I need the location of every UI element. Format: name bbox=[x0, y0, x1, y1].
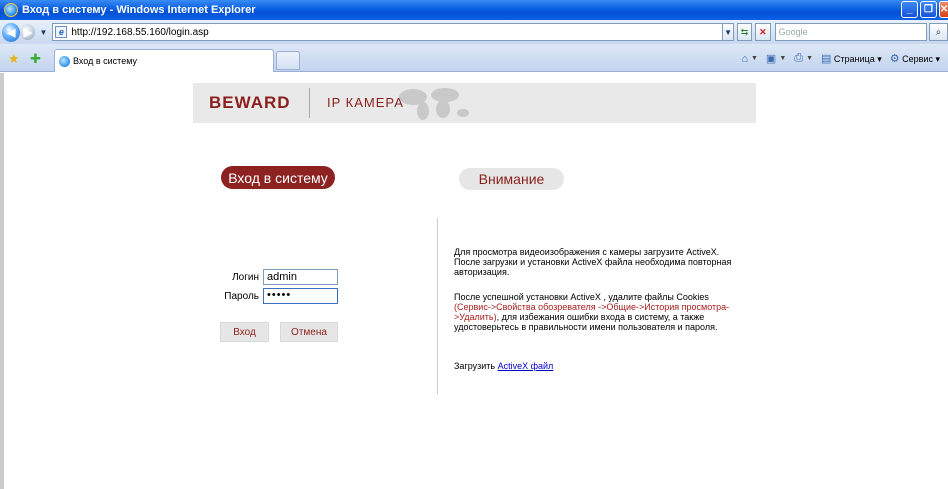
refresh-button[interactable]: ⇆ bbox=[736, 23, 753, 41]
feeds-icon[interactable]: ▣ bbox=[766, 52, 776, 65]
window-titlebar: Вход в систему - Windows Internet Explor… bbox=[0, 0, 948, 20]
content-divider bbox=[437, 218, 438, 394]
home-dropdown-icon: ▼ bbox=[750, 55, 758, 62]
favorites-star-icon[interactable]: ★ bbox=[8, 51, 20, 67]
window-controls: _ ❐ ✕ bbox=[901, 1, 948, 18]
address-dropdown-button[interactable]: ▼ bbox=[722, 23, 734, 41]
new-tab-button[interactable] bbox=[276, 51, 300, 70]
activex-download-link[interactable]: ActiveX файл bbox=[498, 361, 554, 371]
world-map-icon bbox=[399, 88, 469, 120]
cookies-notice-text: После успешной установки ActiveX , удали… bbox=[454, 292, 709, 302]
window-title: Вход в систему - Windows Internet Explor… bbox=[22, 4, 256, 16]
print-dropdown-icon: ▼ bbox=[806, 55, 813, 62]
page-menu[interactable]: ▤ Страница ▾ bbox=[821, 52, 882, 65]
tab-bar: ★ ✚ Вход в систему ⌂ ▼ ▣ ▼ ⎙ ▼ ▤ Страница ▾… bbox=[0, 44, 948, 72]
add-favorites-icon[interactable]: ✚ bbox=[30, 51, 41, 67]
address-input[interactable]: e http://192.168.55.160/login.asp bbox=[52, 23, 724, 41]
ie-logo-icon bbox=[4, 3, 18, 17]
login-button[interactable]: Вход bbox=[220, 322, 269, 342]
warning-heading: Внимание bbox=[459, 168, 564, 190]
page-menu-icon: ▤ bbox=[821, 53, 832, 65]
feeds-dropdown-icon: ▼ bbox=[779, 55, 787, 62]
history-dropdown-icon[interactable]: ▼ bbox=[39, 28, 47, 37]
banner-divider bbox=[309, 88, 310, 118]
maximize-button[interactable]: ❐ bbox=[920, 1, 937, 18]
stop-button[interactable]: ✕ bbox=[755, 23, 771, 41]
page-icon: e bbox=[55, 26, 68, 38]
print-icon[interactable]: ⎙ bbox=[794, 52, 803, 65]
cancel-button[interactable]: Отмена bbox=[280, 322, 338, 342]
login-label: Логин bbox=[232, 272, 259, 283]
minimize-button[interactable]: _ bbox=[901, 1, 918, 18]
login-field[interactable] bbox=[263, 269, 338, 285]
tools-menu[interactable]: ⚙ Сервис ▾ bbox=[890, 52, 940, 65]
back-button[interactable]: ◀ bbox=[2, 22, 21, 42]
brand-logo: BEWARD bbox=[209, 93, 291, 112]
password-field[interactable]: ••••• bbox=[263, 288, 338, 304]
login-heading: Вход в систему bbox=[221, 166, 335, 189]
page-viewport bbox=[0, 73, 948, 489]
tab-page-icon bbox=[59, 55, 70, 67]
tab-label: Вход в систему bbox=[73, 56, 137, 66]
activex-notice: Для просмотра видеоизображения с камеры … bbox=[454, 247, 732, 277]
close-button[interactable]: ✕ bbox=[939, 1, 948, 18]
tools-menu-label: Сервис bbox=[902, 54, 933, 64]
search-button[interactable]: ⌕ bbox=[928, 23, 948, 41]
search-input[interactable]: Google bbox=[774, 23, 927, 41]
password-label: Пароль bbox=[224, 291, 259, 302]
tab-login[interactable]: Вход в систему bbox=[54, 49, 274, 72]
forward-button[interactable]: ▶ bbox=[20, 24, 36, 40]
tools-gear-icon: ⚙ bbox=[889, 53, 900, 65]
cookies-notice: После успешной установки ActiveX , удали… bbox=[454, 292, 739, 332]
download-label: Загрузить bbox=[454, 361, 496, 371]
download-row: Загрузить ActiveX файл bbox=[454, 361, 739, 371]
command-bar: ⌂ ▼ ▣ ▼ ⎙ ▼ ▤ Страница ▾ ⚙ Сервис ▾ bbox=[741, 52, 940, 65]
home-icon[interactable]: ⌂ bbox=[741, 53, 748, 65]
address-url: http://192.168.55.160/login.asp bbox=[71, 26, 209, 38]
search-placeholder: Google bbox=[778, 27, 808, 37]
page-menu-label: Страница bbox=[833, 54, 875, 64]
header-banner: BEWARD IP КАМЕРА bbox=[193, 83, 756, 123]
address-toolbar: ◀ ▶ ▼ e http://192.168.55.160/login.asp … bbox=[0, 20, 948, 44]
